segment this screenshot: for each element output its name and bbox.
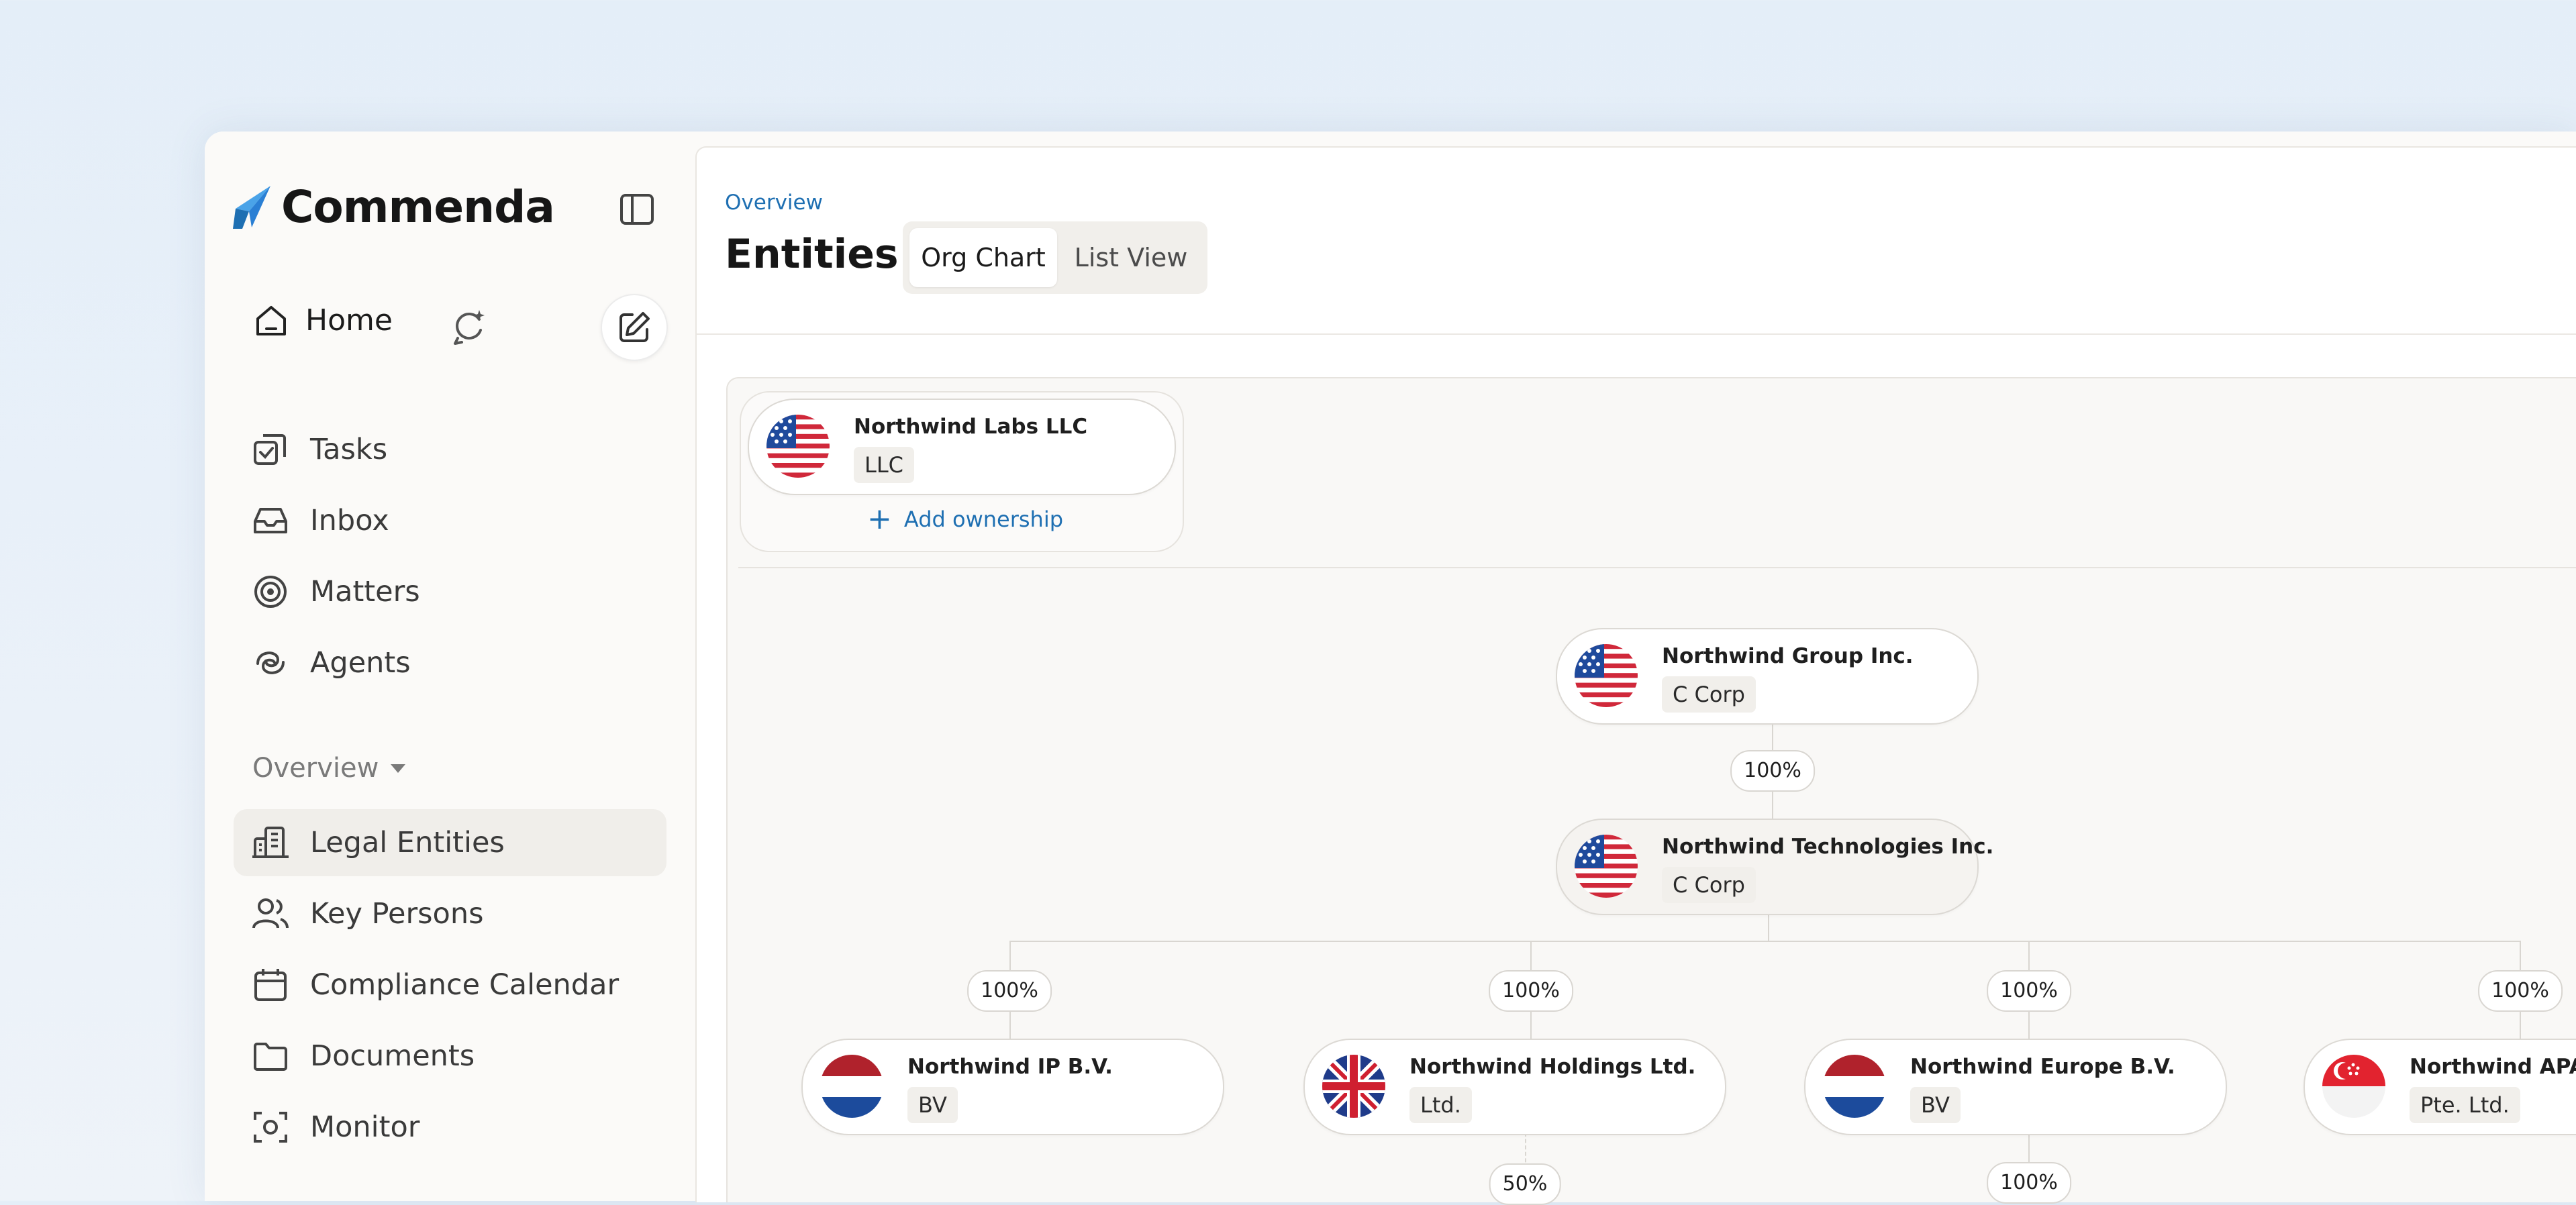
ownership-percent-badge: 100% xyxy=(2478,970,2563,1012)
calendar-icon xyxy=(254,969,287,1001)
compose-button[interactable] xyxy=(601,294,668,361)
sidebar-item-monitor[interactable]: Monitor xyxy=(234,1094,666,1161)
home-icon xyxy=(256,306,286,335)
sidebar-item-legal-entities[interactable]: Legal Entities xyxy=(234,809,666,876)
us-flag-icon xyxy=(1575,835,1638,898)
entity-card-northwind-group[interactable]: Northwind Group Inc. C Corp xyxy=(1556,628,1979,725)
overview-section-toggle[interactable]: Overview xyxy=(252,753,406,784)
entity-type-badge: Ltd. xyxy=(1409,1087,1472,1123)
entity-card-northwind-apac[interactable]: Northwind APAC Pte. Ltd. xyxy=(2303,1039,2576,1135)
entity-name: Northwind Europe B.V. xyxy=(1910,1055,2175,1079)
entity-card-northwind-labs[interactable]: Northwind Labs LLC LLC xyxy=(748,399,1176,495)
ownership-percent-badge: 100% xyxy=(1730,750,1815,792)
sidebar-item-tasks[interactable]: Tasks xyxy=(234,416,666,483)
entity-card-northwind-technologies[interactable]: Northwind Technologies Inc. C Corp xyxy=(1556,819,1993,915)
edit-icon xyxy=(620,312,650,342)
connector xyxy=(1009,941,2521,942)
view-toggle: Org Chart List View xyxy=(903,221,1207,294)
sidebar-item-matters[interactable]: Matters xyxy=(234,558,666,625)
entity-type-badge: Pte. Ltd. xyxy=(2410,1087,2520,1123)
nav-home-label: Home xyxy=(305,303,393,337)
tab-org-chart[interactable]: Org Chart xyxy=(909,228,1057,287)
page-title: Entities xyxy=(725,231,899,278)
divider xyxy=(697,333,2576,335)
entity-name: Northwind Group Inc. xyxy=(1662,644,1914,668)
sidebar-item-label: Key Persons xyxy=(310,897,484,931)
sidebar-item-label: Legal Entities xyxy=(310,826,505,859)
sidebar-item-label: Tasks xyxy=(310,433,388,466)
sidebar-item-documents[interactable]: Documents xyxy=(234,1023,666,1090)
target-icon xyxy=(254,576,287,608)
inbox-icon xyxy=(254,508,287,533)
entity-type-badge: C Corp xyxy=(1662,867,1756,903)
ownership-percent-badge: 50% xyxy=(1489,1163,1561,1205)
sidebar-item-key-persons[interactable]: Key Persons xyxy=(234,880,666,947)
entity-name: Northwind Technologies Inc. xyxy=(1662,835,1994,859)
divider xyxy=(738,567,2576,568)
sidebar-item-compliance-calendar[interactable]: Compliance Calendar xyxy=(234,951,666,1018)
entity-card-northwind-ip[interactable]: Northwind IP B.V. BV xyxy=(801,1039,1224,1135)
ownership-percent-badge: 100% xyxy=(1489,970,1573,1012)
gb-flag-icon xyxy=(1322,1055,1385,1118)
breadcrumb[interactable]: Overview xyxy=(725,191,823,215)
sidebar-item-inbox[interactable]: Inbox xyxy=(234,487,666,554)
agents-icon xyxy=(256,651,285,674)
tasks-icon xyxy=(254,434,286,465)
brand-name: Commenda xyxy=(281,181,555,233)
us-flag-icon xyxy=(1575,644,1638,707)
users-icon xyxy=(252,898,289,929)
section-label: Overview xyxy=(252,753,379,784)
nl-flag-icon xyxy=(1823,1055,1886,1118)
tab-list-view[interactable]: List View xyxy=(1064,228,1198,287)
sidebar-item-agents[interactable]: Agents xyxy=(234,629,666,696)
monitor-icon xyxy=(254,1112,287,1143)
connector xyxy=(1768,912,1769,941)
ownership-percent-badge: 100% xyxy=(1987,1162,2071,1204)
add-ownership-button[interactable]: + Add ownership xyxy=(867,505,1063,534)
building-icon xyxy=(252,827,289,858)
nav-home[interactable]: Home xyxy=(252,301,393,339)
sidebar-item-label: Agents xyxy=(310,646,411,680)
us-flag-icon xyxy=(766,415,830,478)
sidebar-toggle-icon[interactable] xyxy=(617,190,656,229)
entity-type-badge: BV xyxy=(1910,1087,1961,1123)
nl-flag-icon xyxy=(820,1055,883,1118)
sidebar-item-label: Inbox xyxy=(310,504,389,537)
entity-type-badge: BV xyxy=(907,1087,958,1123)
caret-down-icon xyxy=(391,764,406,773)
entity-card-northwind-europe[interactable]: Northwind Europe B.V. BV xyxy=(1804,1039,2227,1135)
refresh-sparkle-icon[interactable] xyxy=(448,306,489,346)
ownership-percent-badge: 100% xyxy=(967,970,1052,1012)
folder-icon xyxy=(254,1043,287,1071)
entity-type-badge: LLC xyxy=(854,447,914,483)
plus-icon: + xyxy=(867,502,892,536)
sidebar-item-label: Compliance Calendar xyxy=(310,968,620,1002)
add-ownership-label: Add ownership xyxy=(903,507,1064,532)
entity-name: Northwind APAC xyxy=(2410,1055,2576,1079)
commenda-logo-icon xyxy=(233,185,270,229)
entity-name: Northwind IP B.V. xyxy=(907,1055,1113,1079)
sidebar-item-label: Monitor xyxy=(310,1110,420,1144)
entity-type-badge: C Corp xyxy=(1662,676,1756,713)
sidebar-item-label: Documents xyxy=(310,1039,475,1073)
entity-card-northwind-holdings[interactable]: Northwind Holdings Ltd. Ltd. xyxy=(1303,1039,1726,1135)
ownership-percent-badge: 100% xyxy=(1987,970,2071,1012)
sidebar-item-label: Matters xyxy=(310,575,420,609)
sg-flag-icon xyxy=(2322,1055,2385,1118)
entity-name: Northwind Holdings Ltd. xyxy=(1409,1055,1696,1079)
entity-name: Northwind Labs LLC xyxy=(854,415,1088,439)
brand[interactable]: Commenda xyxy=(232,181,555,233)
